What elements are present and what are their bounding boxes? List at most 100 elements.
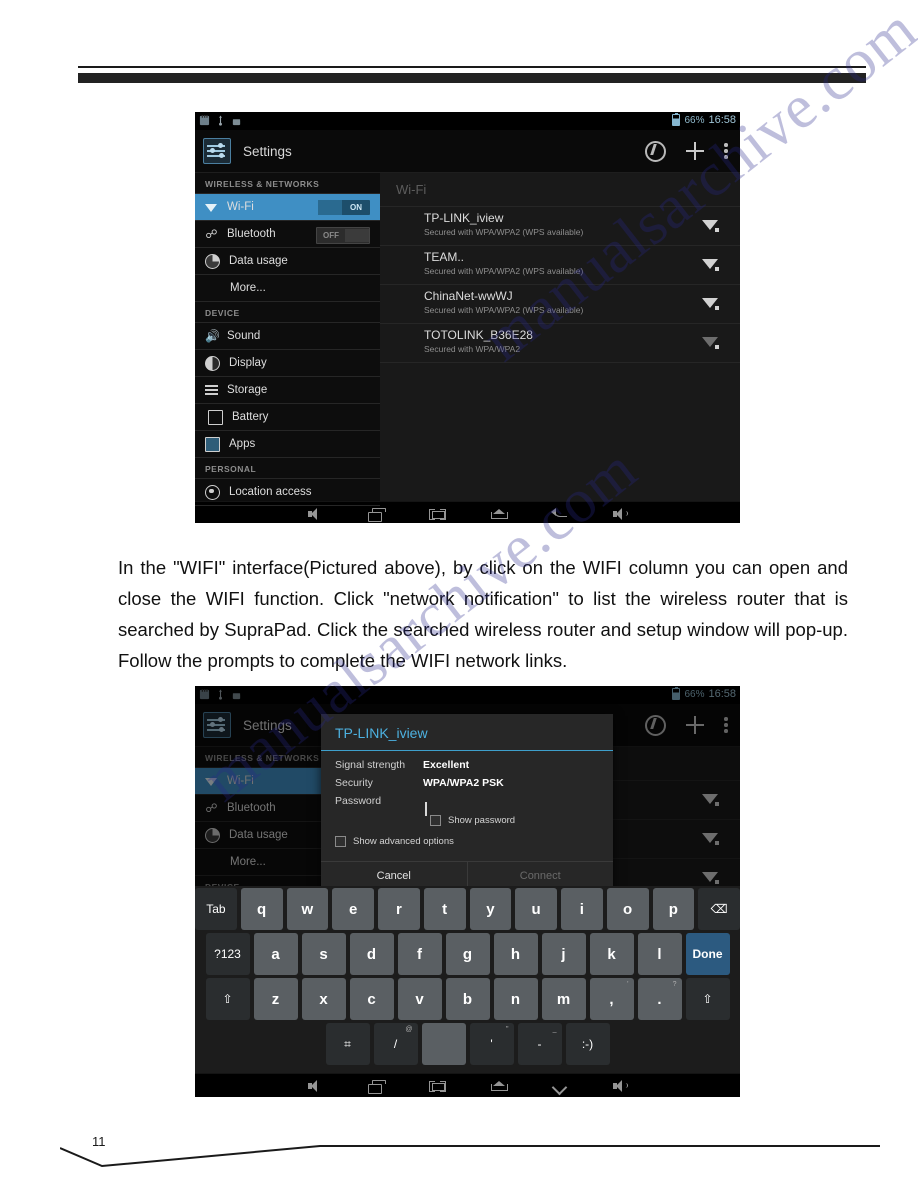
key-l[interactable]: l xyxy=(637,933,682,975)
sidebar-item-sound[interactable]: 🔊 Sound xyxy=(195,323,380,350)
password-row: Password xyxy=(335,795,599,816)
home-icon[interactable] xyxy=(490,507,508,521)
list-item[interactable]: TP-LINK_iview Secured with WPA/WPA2 (WPS… xyxy=(380,206,740,245)
key-apostrophe[interactable]: " ' xyxy=(469,1023,514,1065)
key-q[interactable]: q xyxy=(240,888,283,930)
data-usage-icon xyxy=(205,827,220,843)
key-j[interactable]: j xyxy=(541,933,586,975)
key-w[interactable]: w xyxy=(286,888,329,930)
sidebar-section-header: WIRELESS & NETWORKS xyxy=(195,173,380,194)
sound-icon: 🔊 xyxy=(205,328,220,343)
list-item[interactable]: ChinaNet-wwWJ Secured with WPA/WPA2 (WPS… xyxy=(380,284,740,323)
key-apostrophe-label: ' xyxy=(490,1037,493,1051)
key-b[interactable]: b xyxy=(445,978,490,1020)
bluetooth-icon: ☍ xyxy=(205,226,218,241)
battery-percent: 66% xyxy=(684,114,705,126)
network-security: Secured with WPA/WPA2 (WPS available) xyxy=(424,266,584,276)
list-item[interactable]: TOTOLINK_B36E28 Secured with WPA/WPA2 xyxy=(380,323,740,363)
network-ssid: TOTOLINK_B36E28 xyxy=(424,328,533,342)
key-z[interactable]: z xyxy=(253,978,298,1020)
key-h[interactable]: h xyxy=(493,933,538,975)
back-icon[interactable] xyxy=(550,507,568,521)
key-x[interactable]: x xyxy=(301,978,346,1020)
key-v[interactable]: v xyxy=(397,978,442,1020)
page-title: Settings xyxy=(243,143,292,159)
overflow-menu-icon[interactable] xyxy=(724,142,728,160)
sidebar-item-bluetooth[interactable]: ☍ Bluetooth OFF xyxy=(195,221,380,248)
bluetooth-toggle[interactable]: OFF xyxy=(316,227,370,244)
screenshot-icon[interactable] xyxy=(428,1079,446,1093)
list-item[interactable]: TEAM.. Secured with WPA/WPA2 (WPS availa… xyxy=(380,245,740,284)
add-network-icon[interactable] xyxy=(686,142,704,160)
recents-icon[interactable] xyxy=(367,1079,386,1094)
sidebar-item-label: Display xyxy=(229,357,267,369)
key-hyphen[interactable]: _ - xyxy=(517,1023,562,1065)
location-icon xyxy=(205,484,220,500)
shift-right-icon[interactable]: ⇧ xyxy=(685,978,730,1020)
key-c[interactable]: c xyxy=(349,978,394,1020)
key-g[interactable]: g xyxy=(445,933,490,975)
screenshot-icon[interactable] xyxy=(428,507,446,521)
volume-down-icon[interactable] xyxy=(307,1079,324,1093)
overflow-menu-icon[interactable] xyxy=(724,716,728,734)
sidebar-item-storage[interactable]: Storage xyxy=(195,377,380,404)
key-period[interactable]: ?. xyxy=(637,978,682,1020)
key-m[interactable]: m xyxy=(541,978,586,1020)
sidebar-item-label: Location access xyxy=(229,486,312,498)
key-a[interactable]: a xyxy=(253,933,298,975)
home-icon[interactable] xyxy=(490,1079,508,1093)
key-f[interactable]: f xyxy=(397,933,442,975)
show-password-checkbox[interactable] xyxy=(430,815,441,826)
shift-left-icon[interactable]: ⇧ xyxy=(205,978,250,1020)
network-security: Secured with WPA/WPA2 (WPS available) xyxy=(424,305,584,315)
key-p[interactable]: p xyxy=(652,888,695,930)
wifi-signal-icon xyxy=(702,257,719,271)
header-rule-thick xyxy=(78,73,866,83)
key-done[interactable]: Done xyxy=(685,933,730,975)
key-tab[interactable]: Tab xyxy=(195,888,237,930)
show-advanced-checkbox[interactable] xyxy=(335,836,346,847)
status-bar: 66% 16:58 xyxy=(195,112,740,130)
key-e[interactable]: e xyxy=(332,888,374,930)
key-o[interactable]: o xyxy=(606,888,649,930)
key-u[interactable]: u xyxy=(515,888,557,930)
sidebar-item-more[interactable]: More... xyxy=(195,275,380,302)
backspace-icon[interactable]: ⌫ xyxy=(698,888,740,930)
key-comma[interactable]: ', xyxy=(589,978,634,1020)
add-network-icon[interactable] xyxy=(686,716,704,734)
sidebar-item-wifi[interactable]: Wi-Fi ON xyxy=(195,194,380,221)
key-slash[interactable]: @ / xyxy=(373,1023,418,1065)
key-emoticon[interactable]: :-) xyxy=(565,1023,610,1065)
wifi-signal-icon xyxy=(702,296,719,310)
recents-icon[interactable] xyxy=(367,507,386,522)
ime-switch-icon[interactable]: ⌗ xyxy=(325,1023,370,1065)
sidebar-item-display[interactable]: Display xyxy=(195,350,380,377)
key-t[interactable]: t xyxy=(423,888,466,930)
key-symbols[interactable]: ?123 xyxy=(205,933,250,975)
show-password-row[interactable]: Show password xyxy=(430,815,599,826)
volume-up-icon[interactable] xyxy=(612,507,629,521)
key-i[interactable]: i xyxy=(561,888,603,930)
volume-up-icon[interactable] xyxy=(612,1079,629,1093)
key-s[interactable]: s xyxy=(301,933,346,975)
sidebar-item-location-access[interactable]: Location access xyxy=(195,479,380,506)
key-d[interactable]: d xyxy=(349,933,394,975)
key-space[interactable] xyxy=(421,1023,466,1065)
on-screen-keyboard: Tab q w e r t y u i o p ⌫ ?123 a s d f g… xyxy=(195,886,740,1074)
sidebar-item-battery[interactable]: Battery xyxy=(195,404,380,431)
key-y[interactable]: y xyxy=(469,888,512,930)
key-k[interactable]: k xyxy=(589,933,634,975)
hide-keyboard-icon[interactable] xyxy=(551,1079,568,1093)
volume-down-icon[interactable] xyxy=(307,507,324,521)
show-advanced-row[interactable]: Show advanced options xyxy=(335,836,599,847)
key-r[interactable]: r xyxy=(378,888,420,930)
android-debug-icon xyxy=(232,693,241,700)
wps-icon[interactable] xyxy=(645,140,666,162)
sidebar-item-apps[interactable]: Apps xyxy=(195,431,380,458)
sidebar-item-data-usage[interactable]: Data usage xyxy=(195,248,380,275)
wifi-toggle[interactable]: ON xyxy=(318,200,370,215)
key-n[interactable]: n xyxy=(493,978,538,1020)
dialog-title: TP-LINK_iview xyxy=(321,714,613,751)
wps-icon[interactable] xyxy=(645,714,666,736)
security-row: Security WPA/WPA2 PSK xyxy=(335,777,599,789)
